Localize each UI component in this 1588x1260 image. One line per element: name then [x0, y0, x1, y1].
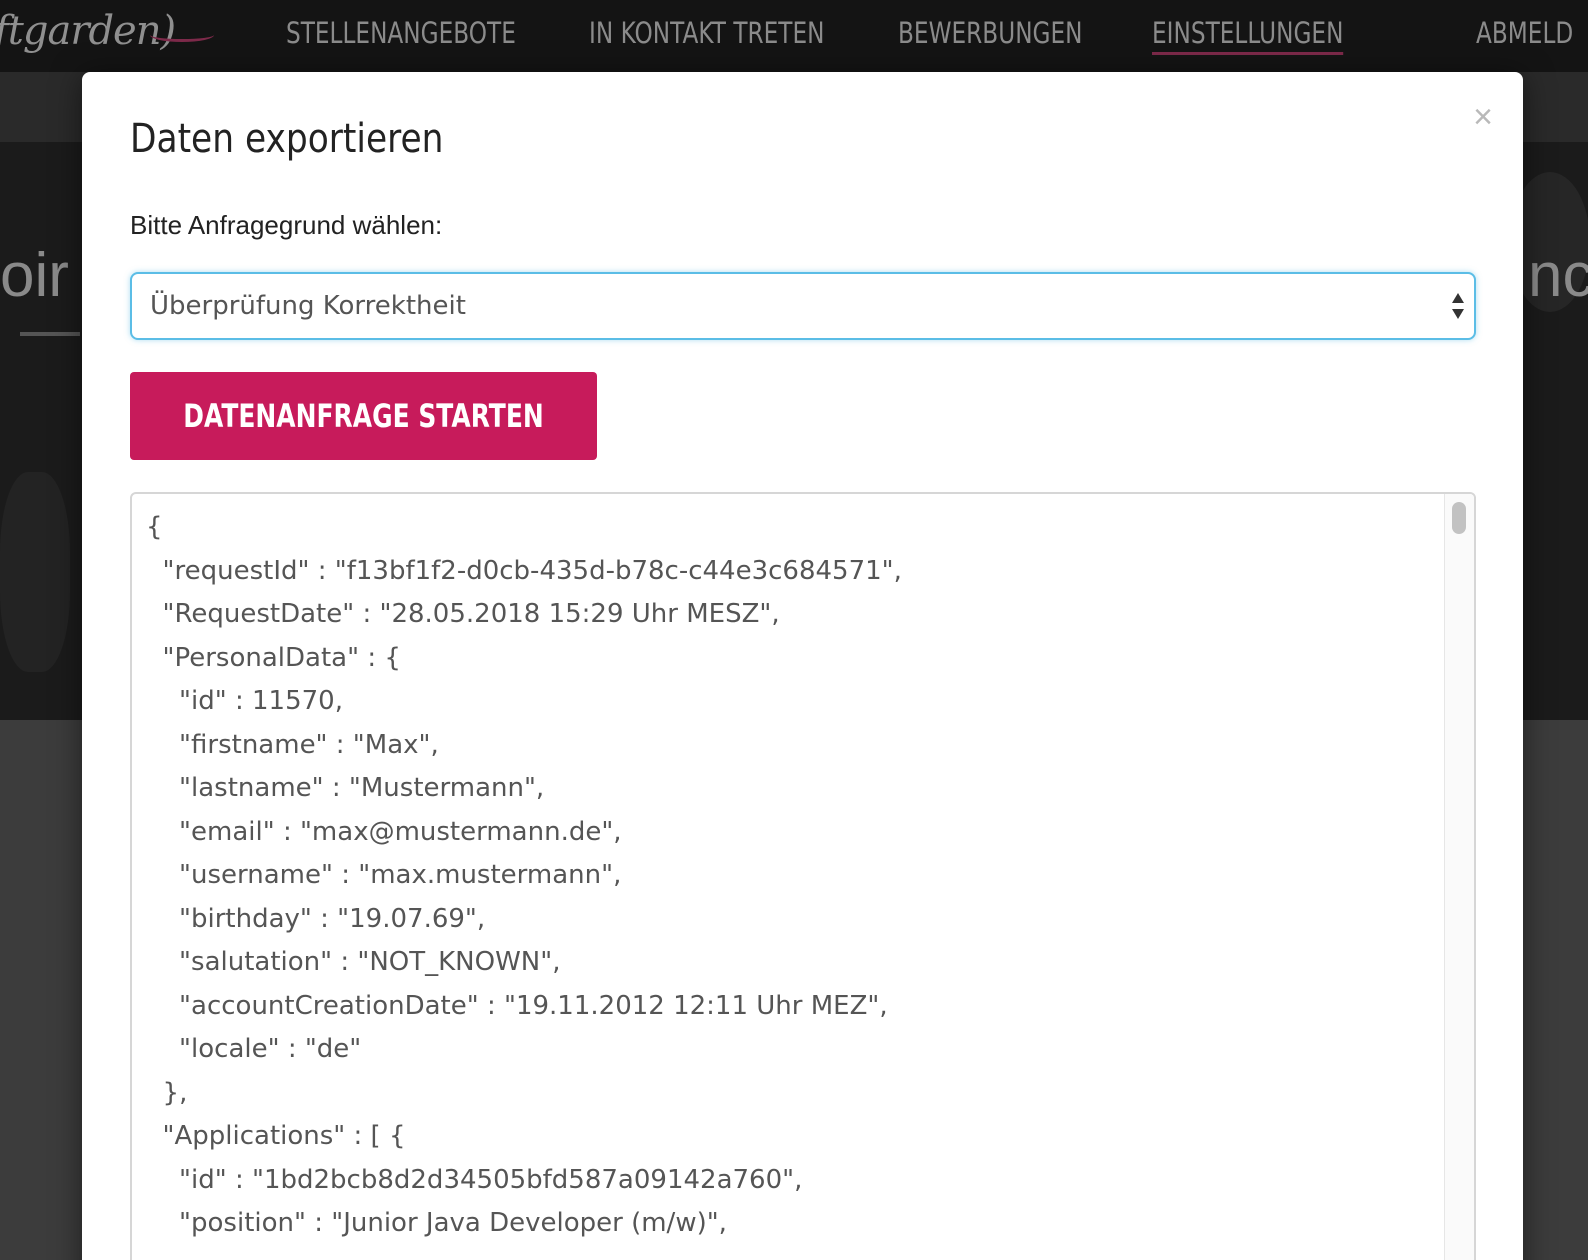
json-line: }, [146, 1077, 188, 1108]
top-navigation: ftgarden) STELLENANGEBOTE IN KONTAKT TRE… [0, 0, 1588, 72]
scrollbar-thumb[interactable] [1452, 502, 1466, 534]
json-output-textarea[interactable]: { "requestId" : "f13bf1f2-d0cb-435d-b78c… [130, 492, 1476, 1260]
json-line: "PersonalData" : { [146, 642, 401, 673]
scrollbar-track[interactable] [1444, 494, 1474, 1260]
json-line: "requestId" : "f13bf1f2-d0cb-435d-b78c-c… [146, 555, 902, 586]
json-line: "salutation" : "NOT_KNOWN", [146, 947, 561, 977]
json-line: { [146, 512, 163, 542]
select-value: Überprüfung Korrektheit [150, 291, 466, 321]
hero-decoration [20, 332, 80, 336]
nav-item-bewerbungen[interactable]: BEWERBUNGEN [898, 16, 1083, 50]
select-arrows-icon [1452, 293, 1464, 319]
json-output-content: { "requestId" : "f13bf1f2-d0cb-435d-b78c… [146, 506, 902, 1246]
request-reason-select[interactable]: Überprüfung Korrektheit [130, 272, 1476, 340]
nav-item-abmelden[interactable]: ABMELD [1476, 16, 1573, 50]
export-data-modal: Daten exportieren × Bitte Anfragegrund w… [82, 72, 1523, 1260]
nav-item-einstellungen[interactable]: EINSTELLUNGEN [1152, 16, 1344, 55]
hero-text-right: nc [1528, 241, 1588, 310]
json-line: "Applications" : [ { [146, 1121, 406, 1151]
json-line: "accountCreationDate" : "19.11.2012 12:1… [146, 990, 888, 1021]
json-line: "RequestDate" : "28.05.2018 15:29 Uhr ME… [146, 599, 780, 629]
hero-text-left: oir [0, 241, 69, 310]
modal-title: Daten exportieren [130, 116, 444, 162]
json-line: "lastname" : "Mustermann", [146, 773, 545, 803]
json-line: "locale" : "de" [146, 1034, 362, 1064]
start-button-label: DATENANFRAGE STARTEN [183, 397, 544, 435]
nav-item-stellenangebote[interactable]: STELLENANGEBOTE [286, 16, 516, 50]
start-data-request-button[interactable]: DATENANFRAGE STARTEN [130, 372, 597, 460]
json-line: "birthday" : "19.07.69", [146, 903, 486, 934]
json-line: "email" : "max@mustermann.de", [146, 816, 622, 847]
hero-decoration [0, 472, 70, 672]
json-line: "position" : "Junior Java Developer (m/w… [146, 1208, 727, 1238]
nav-item-in-kontakt-treten[interactable]: IN KONTAKT TRETEN [589, 16, 824, 50]
logo: ftgarden) [0, 8, 176, 54]
json-line: "id" : 11570, [146, 686, 343, 716]
json-line: "username" : "max.mustermann", [146, 860, 622, 890]
request-reason-label: Bitte Anfragegrund wählen: [130, 210, 443, 240]
json-line: "firstname" : "Max", [146, 729, 439, 760]
close-icon[interactable]: × [1473, 100, 1493, 134]
json-line: "id" : "1bd2bcb8d2d34505bfd587a09142a760… [146, 1164, 803, 1195]
logo-swoosh [150, 28, 214, 42]
